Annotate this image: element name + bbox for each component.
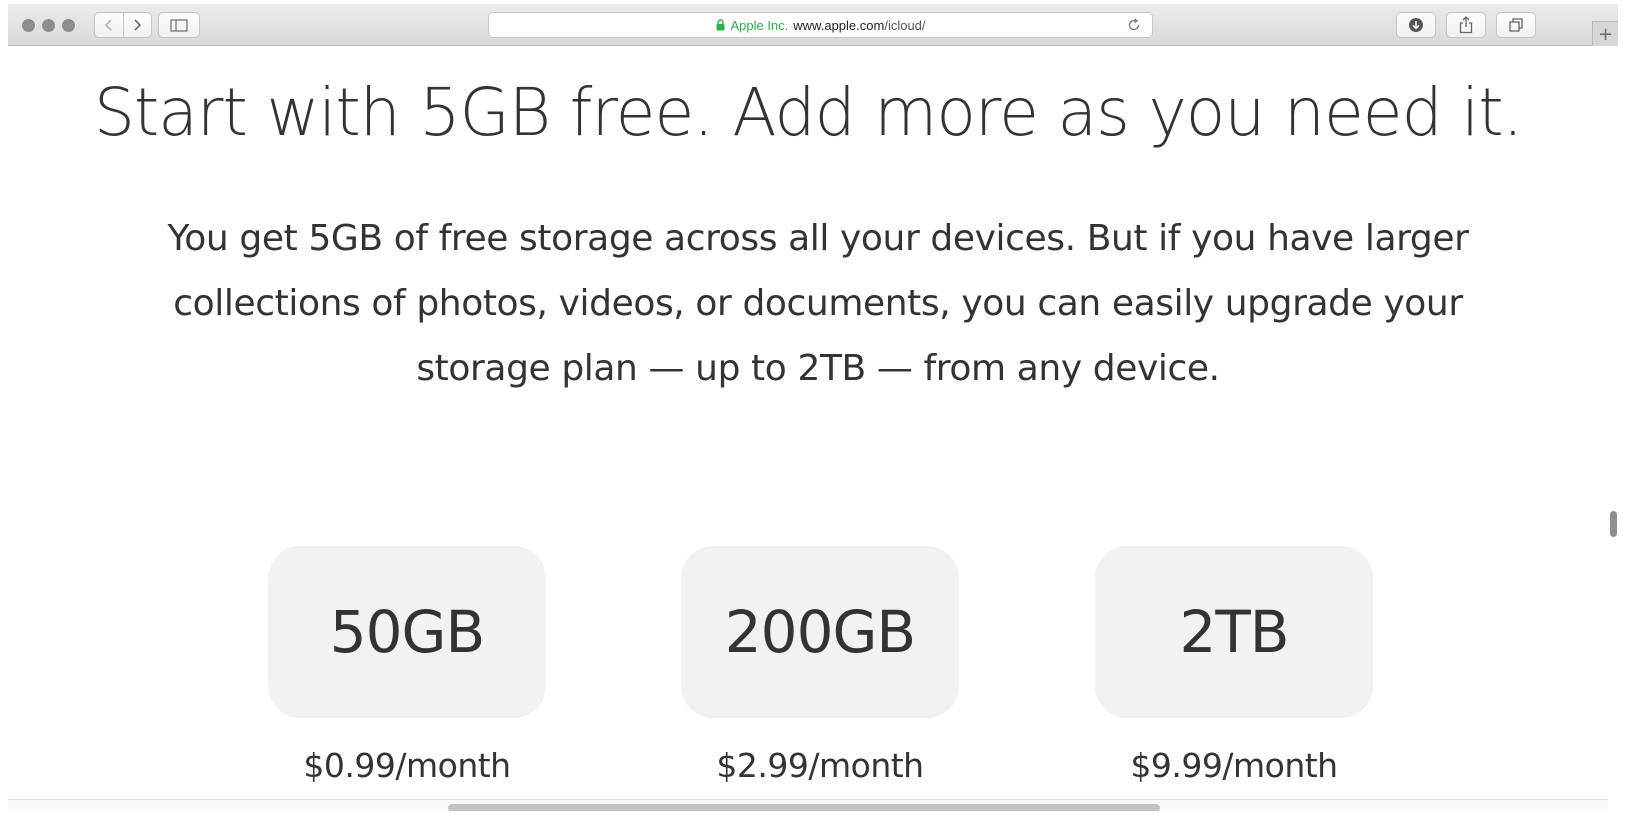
plan-2tb-price: $9.99/month bbox=[1130, 746, 1338, 785]
url-host: www.apple.com bbox=[793, 17, 885, 33]
page-content: Start with 5GB free. Add more as you nee… bbox=[8, 46, 1608, 811]
lock-icon bbox=[716, 19, 725, 31]
page-headline: Start with 5GB free. Add more as you nee… bbox=[93, 74, 1523, 151]
downloads-button[interactable] bbox=[1396, 12, 1436, 38]
zoom-window-button[interactable] bbox=[62, 19, 75, 32]
sidebar-button[interactable] bbox=[158, 12, 200, 38]
chevron-left-icon bbox=[104, 19, 112, 31]
history-navigation bbox=[94, 12, 152, 38]
url-path: /icloud/ bbox=[884, 17, 926, 33]
horizontal-scrollbar[interactable] bbox=[8, 799, 1608, 811]
horizontal-scroll-thumb[interactable] bbox=[448, 804, 1160, 811]
vertical-scrollbar[interactable] bbox=[1608, 46, 1618, 811]
tab-overview-button[interactable] bbox=[1496, 12, 1536, 38]
plan-2tb-tile: 2TB bbox=[1095, 546, 1373, 718]
share-icon bbox=[1459, 16, 1473, 34]
sidebar-icon bbox=[170, 18, 188, 32]
plan-200gb-price: $2.99/month bbox=[716, 746, 924, 785]
plan-50gb-tile: 50GB bbox=[268, 546, 546, 718]
intro-paragraph: You get 5GB of free storage across all y… bbox=[167, 218, 1469, 389]
plan-200gb-tile: 200GB bbox=[681, 546, 959, 718]
new-tab-button[interactable]: + bbox=[1592, 21, 1618, 47]
vertical-scroll-thumb[interactable] bbox=[1610, 511, 1617, 537]
tab-overview-icon bbox=[1509, 18, 1523, 32]
browser-window: Apple Inc. www.apple.com /icloud/ + Star… bbox=[8, 4, 1618, 811]
chevron-right-icon bbox=[134, 19, 142, 31]
minimize-window-button[interactable] bbox=[42, 19, 55, 32]
forward-button[interactable] bbox=[122, 13, 152, 37]
address-bar[interactable]: Apple Inc. www.apple.com /icloud/ bbox=[488, 12, 1153, 38]
plan-50gb-price: $0.99/month bbox=[303, 746, 511, 785]
close-window-button[interactable] bbox=[22, 19, 35, 32]
browser-toolbar: Apple Inc. www.apple.com /icloud/ + bbox=[8, 4, 1618, 47]
reload-icon[interactable] bbox=[1126, 17, 1142, 33]
share-button[interactable] bbox=[1446, 12, 1486, 38]
certificate-organization: Apple Inc. bbox=[730, 17, 789, 33]
download-icon bbox=[1409, 18, 1423, 32]
back-button[interactable] bbox=[95, 13, 123, 37]
